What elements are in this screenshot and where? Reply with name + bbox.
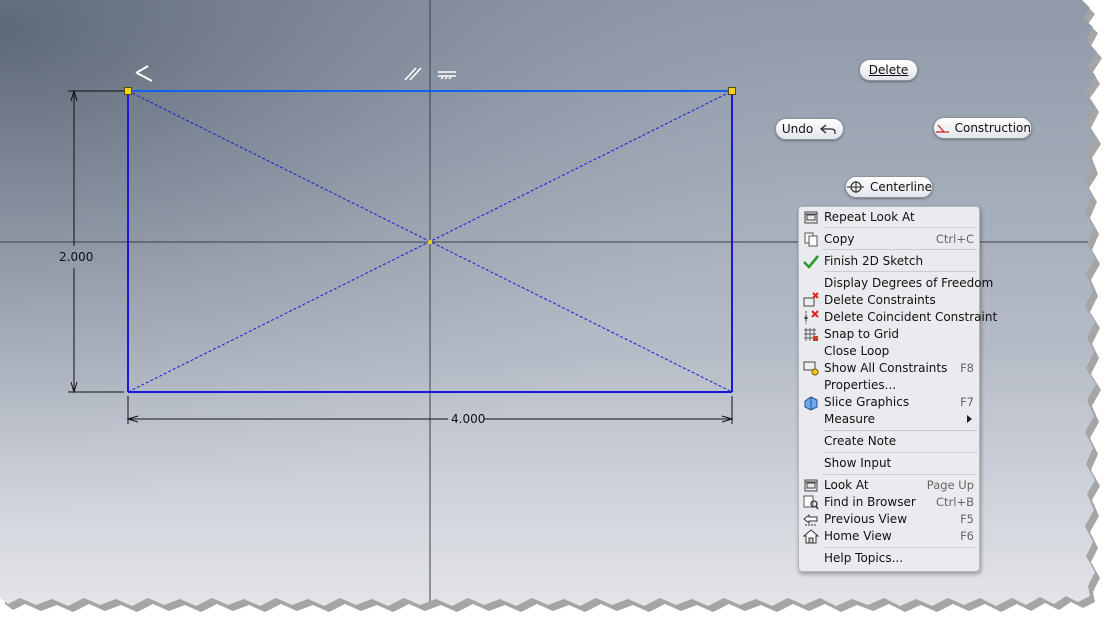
menu-separator [823, 227, 977, 228]
centerline-button[interactable]: Centerline [845, 176, 933, 198]
menu-separator [823, 249, 977, 250]
menu-item-show-input[interactable]: Show Input [799, 455, 979, 472]
menu-item-repeat-look-at[interactable]: Repeat Look At [799, 209, 979, 226]
menu-item-previous-view[interactable]: Previous View F5 [799, 511, 979, 528]
checkmark-icon [803, 255, 820, 269]
endpoint-grip-top-left[interactable] [124, 87, 132, 95]
menu-item-home-view[interactable]: Home View F6 [799, 528, 979, 545]
menu-separator [823, 271, 977, 272]
undo-arrow-icon [820, 124, 836, 134]
menu-separator [823, 452, 977, 453]
context-menu: Repeat Look At Copy Ctrl+C Finish 2D Ske… [798, 206, 997, 572]
look-at-icon [804, 211, 818, 224]
submenu-arrow-icon [967, 415, 972, 423]
centerline-button-label: Centerline [869, 180, 932, 194]
delete-constraints-icon [803, 292, 819, 307]
menu-separator [823, 547, 977, 548]
menu-item-snap-to-grid[interactable]: Snap to Grid [799, 326, 979, 343]
menu-separator [823, 474, 977, 475]
delete-button[interactable]: Delete [859, 59, 918, 81]
menu-item-delete-coincident[interactable]: Delete Coincident Constraint [799, 309, 997, 326]
snap-grid-icon [804, 328, 818, 341]
menu-item-display-dof[interactable]: Display Degrees of Freedom [799, 275, 993, 292]
menu-item-look-at[interactable]: Look At Page Up [799, 477, 979, 494]
center-point[interactable] [428, 240, 432, 244]
menu-item-copy[interactable]: Copy Ctrl+C [799, 231, 979, 248]
construction-line-icon [936, 124, 949, 133]
find-browser-icon [803, 495, 819, 510]
menu-item-create-note[interactable]: Create Note [799, 433, 979, 450]
menu-separator [823, 430, 977, 431]
centerline-icon [847, 181, 864, 193]
endpoint-grip-top-right[interactable] [728, 87, 736, 95]
construction-button-label: Construction [954, 121, 1031, 135]
previous-view-icon [803, 513, 818, 526]
menu-item-slice-graphics[interactable]: Slice Graphics F7 [799, 394, 979, 411]
menu-item-measure[interactable]: Measure [799, 411, 979, 428]
menu-item-show-all-constraints[interactable]: Show All Constraints F8 [799, 360, 979, 377]
menu-item-delete-constraints[interactable]: Delete Constraints [799, 292, 979, 309]
undo-button[interactable]: Undo [775, 118, 844, 140]
menu-item-properties[interactable]: Properties... [799, 377, 979, 394]
menu-item-help-topics[interactable]: Help Topics... [799, 550, 979, 567]
undo-button-label: Undo [781, 122, 814, 136]
menu-item-close-loop[interactable]: Close Loop [799, 343, 979, 360]
delete-coincident-icon [804, 310, 819, 324]
dimension-value-width[interactable]: 4.000 [451, 412, 485, 426]
screenshot-frame: 2.000 4.000 Delete Undo Construction Cen… [0, 0, 1120, 640]
menu-item-find-in-browser[interactable]: Find in Browser Ctrl+B [799, 494, 979, 511]
home-view-icon [802, 529, 820, 544]
menu-item-finish-2d-sketch[interactable]: Finish 2D Sketch [799, 253, 979, 270]
show-constraints-icon [803, 361, 819, 376]
copy-icon [804, 232, 818, 247]
dimension-value-height[interactable]: 2.000 [59, 250, 93, 264]
delete-button-label: Delete [868, 63, 909, 77]
construction-button[interactable]: Construction [933, 117, 1032, 139]
slice-graphics-icon [804, 396, 818, 411]
look-at-icon [804, 479, 818, 492]
